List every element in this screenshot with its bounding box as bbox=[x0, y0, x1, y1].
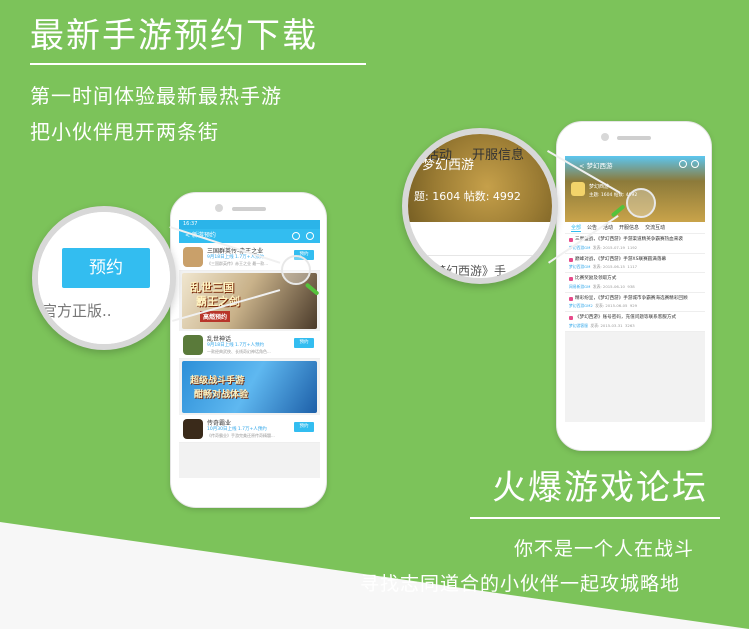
post-views: 1192 bbox=[627, 244, 638, 250]
post-meta: 梦幻西游GM 发表: 2015-07-19 1192 bbox=[569, 245, 701, 251]
search-icon[interactable] bbox=[292, 232, 300, 240]
banner-title: 超级战斗手游 bbox=[190, 376, 245, 386]
edit-icon[interactable] bbox=[679, 160, 687, 168]
hero-title: 最新手游预约下载 bbox=[30, 16, 318, 56]
forum-line-2: 寻找志同道合的小伙伴一起攻城略地 bbox=[360, 573, 681, 595]
forum-post[interactable]: 比赛奖励及领取方式 网易新游GM 发表: 2015-06-10 938 bbox=[565, 273, 705, 293]
phone-speaker bbox=[617, 136, 651, 140]
forum-line-1: 你不是一个人在战斗 bbox=[514, 538, 695, 560]
game-icon bbox=[183, 247, 203, 267]
hero-line-2: 把小伙伴甩开两条街 bbox=[30, 120, 219, 144]
game-desc: 《传奇霸业》手游完美还原传奇精髓... bbox=[207, 433, 275, 438]
game-desc: 一款经典武侠、长线奇幻神话角色... bbox=[207, 349, 271, 354]
post-author: 梦幻游客服 bbox=[569, 322, 588, 328]
game-date: 9月18日上线 1.7万+人预约 bbox=[207, 343, 264, 348]
forum-post[interactable]: 巅峰对战，《梦幻西游》手游XS联赛圆满落幕 梦幻西游GM 发表: 2015-06… bbox=[565, 253, 705, 274]
hero-line-1: 第一时间体验最新最热手游 bbox=[30, 84, 282, 108]
magnifier-lens-icon bbox=[626, 188, 656, 218]
post-date: 发表: 2015-06-15 bbox=[592, 264, 625, 270]
magnifier-lens-icon bbox=[281, 255, 311, 285]
tab-events-zoomed[interactable]: 活动 bbox=[426, 144, 452, 163]
game-desc: 《三国群英传》赤王之业 最一款... bbox=[207, 261, 269, 266]
banner-subtitle: 酣畅对战体验 bbox=[194, 390, 249, 400]
reserve-button-zoomed[interactable]: 预约 bbox=[62, 248, 150, 288]
post-views: 1117 bbox=[627, 264, 638, 270]
forum-title: 火爆游戏论坛 bbox=[492, 468, 708, 508]
forum-tabs: 全部 公告 活动 开服信息 交流互动 bbox=[565, 222, 705, 234]
reserve-button[interactable]: 预约 bbox=[294, 422, 314, 432]
forum-divider bbox=[470, 517, 720, 519]
status-bar: 16:37 bbox=[179, 220, 320, 229]
post-date: 发表: 2015-06-10 bbox=[592, 283, 625, 289]
post-title: 三界盛战，《梦幻西游》手游渠道精英争霸赛热血来袭 bbox=[569, 237, 701, 244]
forum-avatar bbox=[571, 182, 585, 196]
post-views: 938 bbox=[627, 283, 635, 289]
phone-camera bbox=[215, 204, 223, 212]
post-meta: 梦幻西游GM 发表: 2015-06-15 1117 bbox=[569, 264, 701, 270]
magnifier-post-snippet: 《梦幻西游》手 bbox=[422, 264, 507, 278]
game-icon bbox=[183, 335, 203, 355]
post-meta: 梦幻西游GM2 发表: 2015-06-05 929 bbox=[569, 303, 701, 309]
post-title: 比赛奖励及领取方式 bbox=[569, 276, 701, 283]
post-meta: 网易新游GM 发表: 2015-06-10 938 bbox=[569, 284, 701, 290]
tab-community[interactable]: 交流互动 bbox=[645, 224, 665, 231]
game-row[interactable]: 乱世神话 9月18日上线 1.7万+人预约 一款经典武侠、长线奇幻神话角色...… bbox=[179, 331, 320, 359]
tab-server-info-zoomed[interactable]: 开服信息 bbox=[472, 144, 524, 163]
post-meta: 梦幻游客服 发表: 2015-03-31 3263 bbox=[569, 323, 701, 329]
post-author: 梦幻西游GM2 bbox=[569, 303, 593, 309]
post-views: 929 bbox=[629, 303, 638, 309]
post-views: 3263 bbox=[624, 322, 635, 328]
post-author: 梦幻西游GM bbox=[569, 264, 591, 270]
post-title: 《梦幻西游》账号密码，充值问题等联系客服方式 bbox=[569, 315, 701, 322]
reserve-button[interactable]: 预约 bbox=[294, 338, 314, 348]
post-date: 发表: 2015-07-19 bbox=[592, 244, 625, 250]
phone-mockup-reservation: 16:37 < 新游预约 三国群英传-赤王之业 9月18日上线 1.7万+人预约… bbox=[170, 192, 327, 508]
forum-back-title[interactable]: < 梦幻西游 bbox=[579, 160, 613, 170]
hero-divider bbox=[30, 63, 366, 65]
game-date: 10月30日上线 1.7万+人预约 bbox=[207, 427, 267, 432]
post-date: 发表: 2015-06-05 bbox=[595, 303, 628, 309]
forum-post[interactable]: 精彩纷呈，《梦幻西游》手游城市争霸赛海选赛精彩回顾 梦幻西游GM2 发表: 20… bbox=[565, 292, 705, 313]
game-banner[interactable]: 超级战斗手游 酣畅对战体验 bbox=[182, 361, 317, 413]
phone-camera bbox=[601, 133, 609, 141]
phone-speaker bbox=[231, 207, 266, 211]
official-label: 官方正版.. bbox=[42, 302, 112, 320]
post-title: 巅峰对战，《梦幻西游》手游XS联赛圆满落幕 bbox=[569, 257, 701, 264]
game-icon bbox=[183, 419, 203, 439]
magnifier-forum: 梦幻西游 题: 1604 帖数: 4992 活动 开服信息 《梦幻西游》手 bbox=[402, 128, 558, 284]
magnifier-tabs bbox=[408, 222, 552, 256]
forum-post[interactable]: 《梦幻西游》账号密码，充值问题等联系客服方式 梦幻游客服 发表: 2015-03… bbox=[565, 312, 705, 332]
magnifier-forum-stats: 题: 1604 帖数: 4992 bbox=[414, 190, 521, 203]
download-icon[interactable] bbox=[306, 232, 314, 240]
tab-server-info[interactable]: 开服信息 bbox=[619, 224, 639, 231]
post-author: 网易新游GM bbox=[569, 283, 591, 289]
magnifier-reservation: 预约 官方正版.. bbox=[32, 206, 176, 350]
more-icon[interactable] bbox=[691, 160, 699, 168]
tab-all[interactable]: 全部 bbox=[571, 224, 582, 232]
post-title: 精彩纷呈，《梦幻西游》手游城市争霸赛海选赛精彩回顾 bbox=[569, 296, 701, 303]
post-date: 发表: 2015-03-31 bbox=[590, 322, 623, 328]
game-row[interactable]: 传奇霸业 10月30日上线 1.7万+人预约 《传奇霸业》手游完美还原传奇精髓.… bbox=[179, 415, 320, 443]
